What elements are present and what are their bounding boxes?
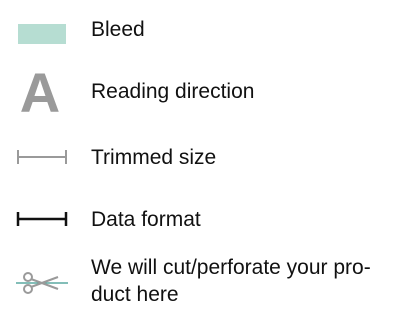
legend-label-trimmed-size: Trimmed size bbox=[91, 146, 217, 169]
bleed-swatch-icon bbox=[18, 24, 66, 44]
legend-label-cut-line-2: duct here bbox=[91, 283, 179, 306]
legend-item-data-format: Data format bbox=[0, 202, 413, 238]
legend-item-bleed: Bleed bbox=[0, 10, 413, 46]
trimmed-size-icon bbox=[17, 150, 67, 164]
legend: Bleed A Reading direction Trimmed size D… bbox=[0, 0, 413, 309]
scissors-icon bbox=[16, 272, 68, 294]
legend-label-bleed: Bleed bbox=[91, 18, 145, 41]
legend-label-data-format: Data format bbox=[91, 208, 201, 231]
legend-label-cut-line: We will cut/perforate your pro- duct her… bbox=[91, 254, 401, 308]
legend-label-cut-line-1: We will cut/perforate your pro- bbox=[91, 256, 371, 279]
legend-item-reading-direction: A Reading direction bbox=[0, 64, 413, 120]
reading-direction-glyph: A bbox=[20, 66, 60, 116]
data-format-icon bbox=[16, 212, 68, 226]
legend-label-reading-direction: Reading direction bbox=[91, 80, 255, 103]
legend-item-trimmed-size: Trimmed size bbox=[0, 140, 413, 176]
reading-direction-icon: A bbox=[20, 66, 60, 116]
legend-item-cut-line: We will cut/perforate your pro- duct her… bbox=[0, 252, 413, 308]
